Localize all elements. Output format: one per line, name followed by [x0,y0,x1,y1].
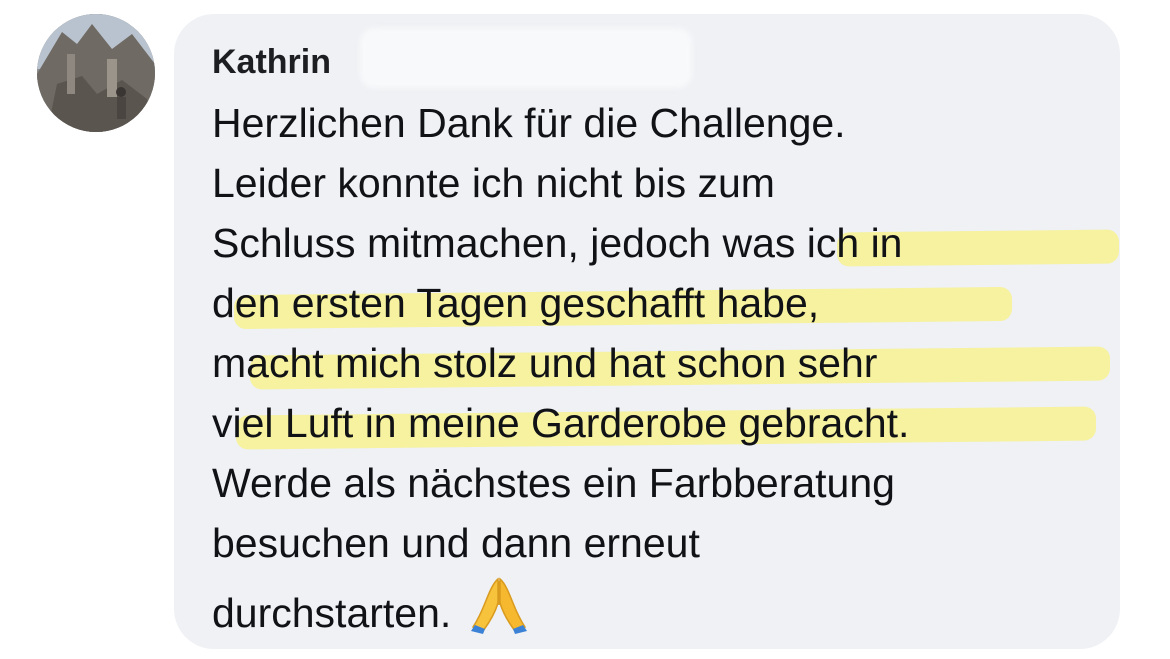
comment-text: Herzlichen Dank für die Challenge. Leide… [212,93,1119,636]
comment-line: Werde als nächstes ein Farbberatung [212,460,895,506]
comment-line: viel Luft in meine Garderobe gebracht. [212,393,1112,453]
comment-line: besuchen und dann erneut [212,520,700,566]
comment-line: durchstarten. [212,573,1112,636]
comment-line: Leider konnte ich nicht bis zum [212,160,775,206]
avatar-photo [37,14,155,132]
folded-hands-emoji-icon [470,577,527,634]
author-avatar[interactable] [37,14,155,132]
redacted-surname [360,28,692,88]
comment-screenshot: Kathrin Herzlichen Dank für die Challeng… [0,0,1170,659]
comment-line: Schluss mitmachen, jedoch was ich in [212,213,1119,273]
comment-line: macht mich stolz und hat schon sehr [212,333,1112,393]
comment-line: den ersten Tagen geschafft habe, [212,273,1112,333]
comment-line: Herzlichen Dank für die Challenge. [212,100,846,146]
comment-author-name[interactable]: Kathrin [212,40,331,84]
